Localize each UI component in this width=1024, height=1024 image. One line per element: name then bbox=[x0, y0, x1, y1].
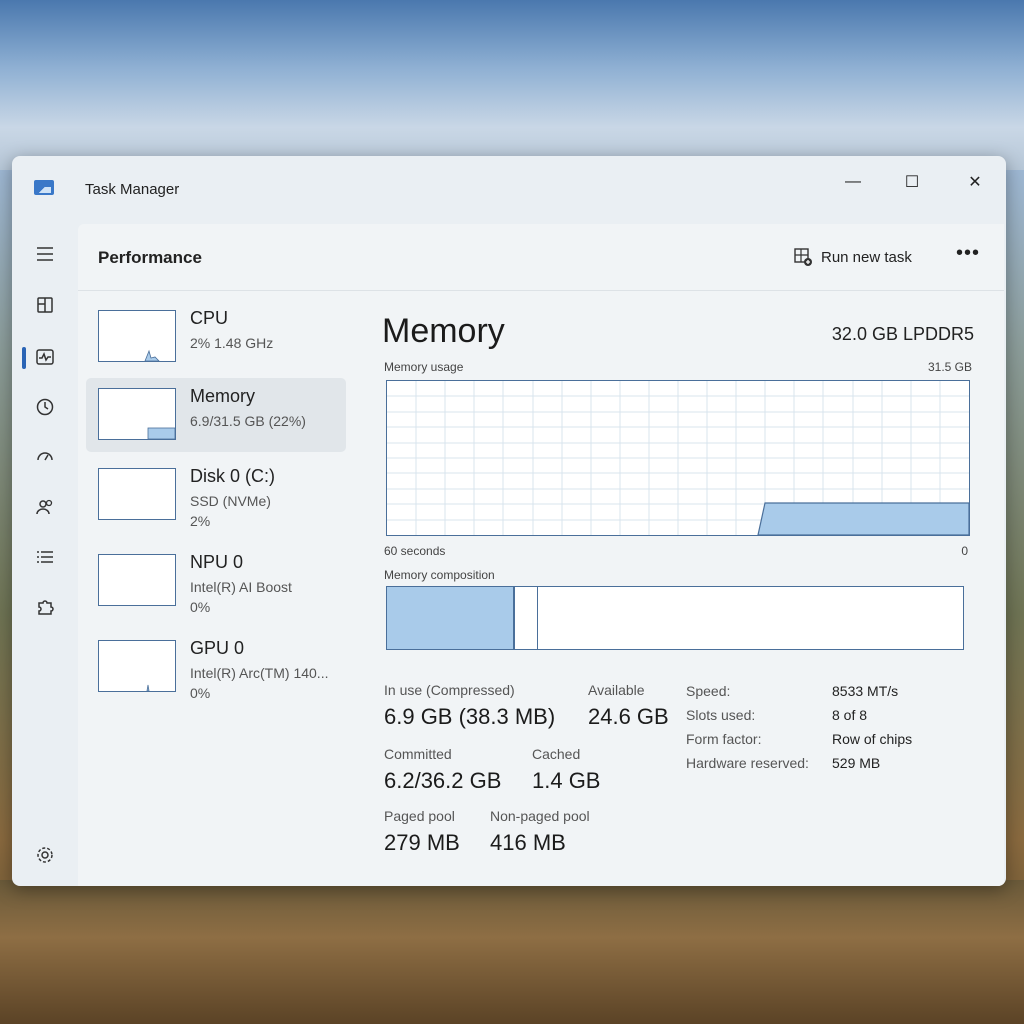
form-factor-value: Row of chips bbox=[832, 731, 913, 747]
resource-title: Memory bbox=[382, 312, 505, 350]
paged-pool-label: Paged pool bbox=[384, 808, 455, 824]
device-name: Memory bbox=[190, 386, 256, 406]
memory-spec: 32.0 GB LPDDR5 bbox=[831, 324, 974, 344]
memory-thumbnail-graph bbox=[98, 388, 176, 440]
hardware-reserved-label: Hardware reserved: bbox=[686, 755, 809, 771]
device-sub: Intel(R) AI Boost bbox=[190, 579, 292, 595]
form-factor-label: Form factor: bbox=[686, 731, 762, 747]
device-item-memory[interactable]: Memory 6.9/31.5 GB (22%) bbox=[86, 378, 346, 452]
device-usage: 2% bbox=[190, 513, 211, 529]
in-use-label: In use (Compressed) bbox=[384, 682, 515, 698]
run-new-task-button[interactable]: Run new task bbox=[793, 244, 912, 270]
device-item-disk[interactable]: Disk 0 (C:) SSD (NVMe) 2% bbox=[86, 458, 346, 532]
paged-pool-value: 279 MB bbox=[384, 830, 460, 855]
device-sub: 6.9/31.5 GB (22%) bbox=[190, 413, 306, 429]
nav-startup-apps[interactable] bbox=[28, 440, 62, 474]
npu-thumbnail-graph bbox=[98, 554, 176, 606]
maximize-icon: ☐ bbox=[904, 174, 920, 191]
device-name: NPU 0 bbox=[190, 552, 244, 572]
memory-usage-label: Memory usage bbox=[384, 360, 464, 374]
history-icon bbox=[36, 398, 54, 416]
settings-gear-icon bbox=[37, 847, 53, 863]
memory-composition-label: Memory composition bbox=[384, 568, 495, 582]
non-paged-pool-value: 416 MB bbox=[490, 830, 566, 855]
active-nav-indicator bbox=[22, 347, 26, 369]
memory-usage-max: 31.5 GB bbox=[927, 360, 972, 374]
content-pane: Performance Run new task ••• CPU 2% 1.48… bbox=[78, 224, 1004, 886]
cpu-thumbnail-graph bbox=[98, 310, 176, 362]
nav-app-history[interactable] bbox=[28, 390, 62, 424]
cached-value: 1.4 GB bbox=[532, 768, 601, 793]
close-button[interactable]: ✕ bbox=[952, 164, 998, 200]
hardware-reserved-value: 529 MB bbox=[832, 755, 881, 771]
speed-label: Speed: bbox=[686, 683, 731, 699]
hamburger-menu-button[interactable] bbox=[28, 237, 62, 271]
memory-composition-bar bbox=[386, 586, 964, 650]
committed-label: Committed bbox=[384, 746, 452, 762]
navigation-sidebar bbox=[12, 224, 78, 886]
cached-label: Cached bbox=[532, 746, 581, 762]
run-new-task-label: Run new task bbox=[821, 248, 912, 266]
performance-icon bbox=[36, 349, 54, 365]
device-sub: SSD (NVMe) bbox=[190, 493, 271, 509]
nav-services[interactable] bbox=[28, 590, 62, 624]
nav-processes[interactable] bbox=[28, 288, 62, 322]
task-manager-app-icon bbox=[34, 180, 54, 195]
task-manager-window: Task Manager — ☐ ✕ Performance Run new t… bbox=[12, 156, 1006, 886]
composition-in-use bbox=[387, 587, 515, 649]
slots-value: 8 of 8 bbox=[832, 707, 868, 723]
available-value: 24.6 GB bbox=[588, 704, 669, 729]
more-options-button[interactable]: ••• bbox=[956, 242, 980, 265]
device-item-cpu[interactable]: CPU 2% 1.48 GHz bbox=[86, 300, 346, 374]
device-item-npu[interactable]: NPU 0 Intel(R) AI Boost 0% bbox=[86, 544, 346, 618]
device-name: GPU 0 bbox=[190, 638, 245, 658]
gpu-thumbnail-graph bbox=[98, 640, 176, 692]
desktop-sky bbox=[0, 0, 1024, 170]
minimize-button[interactable]: — bbox=[830, 164, 876, 200]
window-title: Task Manager bbox=[85, 181, 180, 198]
device-name: Disk 0 (C:) bbox=[190, 466, 275, 486]
in-use-value: 6.9 GB (38.3 MB) bbox=[384, 704, 556, 729]
processes-icon bbox=[37, 297, 53, 313]
graph-time-left: 60 seconds bbox=[384, 544, 446, 558]
minimize-icon: — bbox=[845, 173, 861, 190]
nav-details[interactable] bbox=[28, 540, 62, 574]
device-sub: Intel(R) Arc(TM) 140... bbox=[190, 665, 329, 681]
memory-usage-graph bbox=[386, 380, 970, 536]
services-puzzle-icon bbox=[38, 600, 54, 615]
device-sub: 2% 1.48 GHz bbox=[190, 335, 274, 351]
speedometer-icon bbox=[37, 452, 53, 461]
run-task-icon bbox=[794, 248, 812, 266]
disk-thumbnail-graph bbox=[98, 468, 176, 520]
nav-users[interactable] bbox=[28, 490, 62, 524]
users-icon bbox=[36, 499, 53, 515]
device-usage: 0% bbox=[190, 599, 211, 615]
speed-value: 8533 MT/s bbox=[832, 683, 899, 699]
page-title: Performance bbox=[98, 248, 202, 267]
page-header: Performance Run new task ••• bbox=[78, 224, 1004, 291]
hamburger-icon bbox=[37, 247, 53, 261]
title-bar[interactable]: Task Manager — ☐ ✕ bbox=[12, 156, 1006, 224]
slots-label: Slots used: bbox=[686, 707, 756, 723]
maximize-button[interactable]: ☐ bbox=[889, 164, 935, 200]
device-name: CPU bbox=[190, 308, 229, 328]
graph-time-right: 0 bbox=[961, 544, 968, 558]
desktop-landscape bbox=[0, 880, 1024, 1024]
committed-value: 6.2/36.2 GB bbox=[384, 768, 502, 793]
composition-modified bbox=[515, 587, 538, 649]
device-item-gpu[interactable]: GPU 0 Intel(R) Arc(TM) 140... 0% bbox=[86, 630, 346, 704]
device-usage: 0% bbox=[190, 685, 211, 701]
nav-settings[interactable] bbox=[28, 838, 62, 872]
available-label: Available bbox=[588, 682, 645, 698]
details-list-icon bbox=[37, 551, 53, 563]
memory-detail-panel: Memory 32.0 GB LPDDR5 Memory usage 31.5 … bbox=[374, 290, 994, 886]
close-icon: ✕ bbox=[968, 174, 982, 191]
nav-performance[interactable] bbox=[28, 340, 62, 374]
non-paged-pool-label: Non-paged pool bbox=[490, 808, 590, 824]
device-list: CPU 2% 1.48 GHz Memory 6.9/31.5 GB (22%)… bbox=[78, 290, 350, 886]
